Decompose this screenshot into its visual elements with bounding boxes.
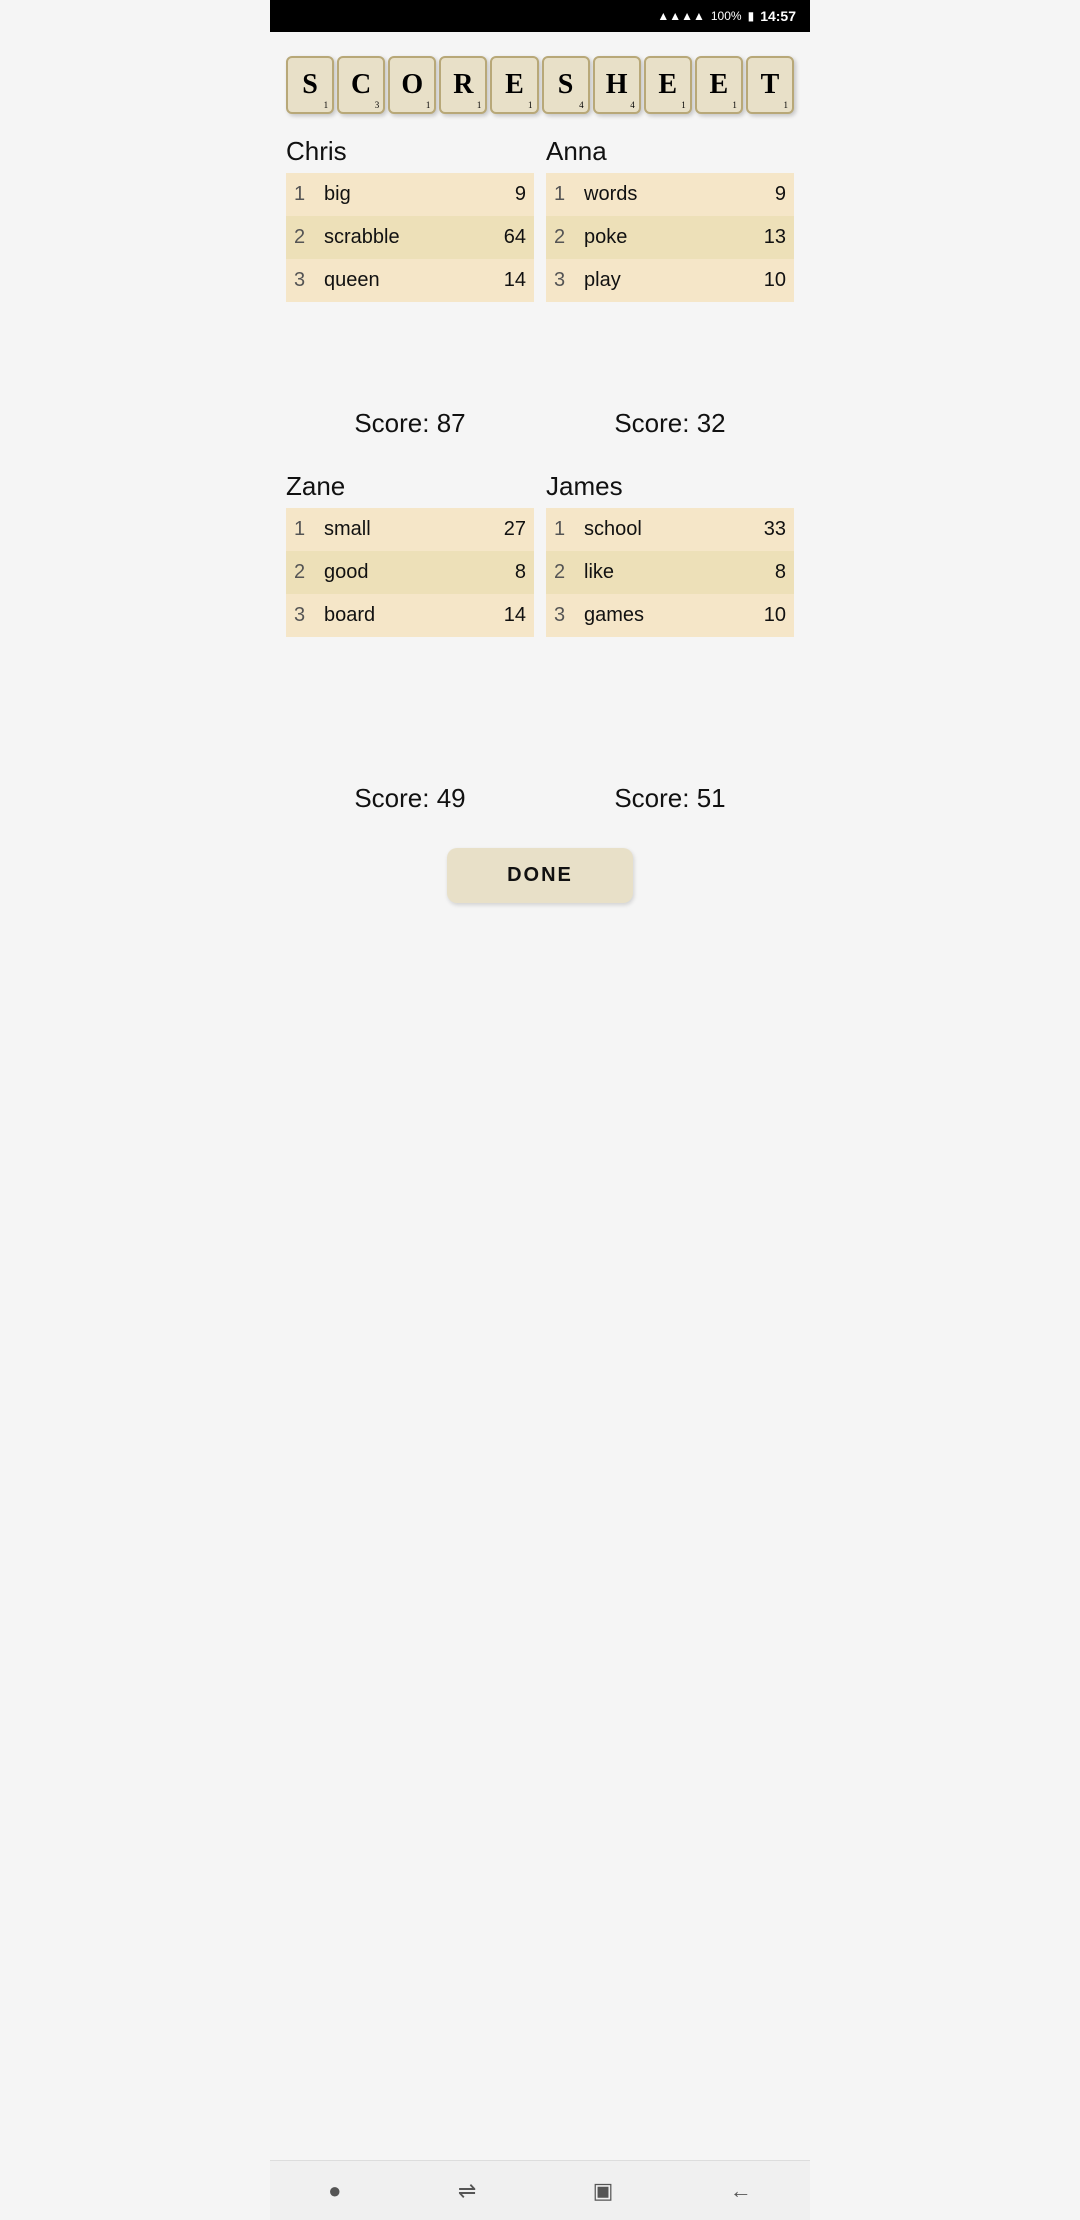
table-row: 3 games 10 (546, 594, 794, 637)
move-word: scrabble (316, 216, 470, 259)
main-content: Chris 1 big 9 2 scrabble 64 3 queen 14 A… (270, 126, 810, 2160)
move-word: poke (576, 216, 717, 259)
title-tile-c: C3 (337, 56, 385, 114)
zane-total: Score: 49 (286, 783, 534, 814)
title-tile-e: E1 (695, 56, 743, 114)
home-icon[interactable]: ● (328, 2178, 341, 2204)
table-row: 2 scrabble 64 (286, 216, 534, 259)
player-chris: Chris 1 big 9 2 scrabble 64 3 queen 14 (286, 126, 534, 302)
anna-total: Score: 32 (546, 408, 794, 439)
move-word: play (576, 259, 717, 302)
move-score: 8 (455, 551, 534, 594)
title-tile-r: R1 (439, 56, 487, 114)
title-tile-t: T1 (746, 56, 794, 114)
table-row: 2 poke 13 (546, 216, 794, 259)
zane-name: Zane (286, 461, 534, 508)
table-row: 3 queen 14 (286, 259, 534, 302)
clock: 14:57 (760, 8, 796, 24)
move-num: 2 (546, 216, 576, 259)
move-num: 3 (286, 259, 316, 302)
anna-table: 1 words 9 2 poke 13 3 play 10 (546, 173, 794, 302)
chris-table: 1 big 9 2 scrabble 64 3 queen 14 (286, 173, 534, 302)
signal-icon: ▲▲▲▲ (657, 9, 705, 23)
move-score: 9 (717, 173, 795, 216)
move-score: 10 (717, 259, 795, 302)
table-row: 1 small 27 (286, 508, 534, 551)
bottom-totals: Score: 49 Score: 51 (286, 783, 794, 814)
move-num: 3 (546, 259, 576, 302)
table-row: 1 words 9 (546, 173, 794, 216)
title-tile-s: S1 (286, 56, 334, 114)
move-word: board (316, 594, 455, 637)
zane-table: 1 small 27 2 good 8 3 board 14 (286, 508, 534, 637)
james-table: 1 school 33 2 like 8 3 games 10 (546, 508, 794, 637)
table-row: 1 school 33 (546, 508, 794, 551)
james-total: Score: 51 (546, 783, 794, 814)
title-tile-e: E1 (490, 56, 538, 114)
move-word: school (576, 508, 721, 551)
move-num: 3 (286, 594, 316, 637)
move-score: 14 (455, 594, 534, 637)
move-word: good (316, 551, 455, 594)
table-row: 2 like 8 (546, 551, 794, 594)
move-num: 2 (546, 551, 576, 594)
move-num: 2 (286, 216, 316, 259)
move-score: 8 (721, 551, 794, 594)
move-num: 1 (546, 173, 576, 216)
window-icon[interactable]: ▣ (593, 2178, 614, 2204)
move-score: 33 (721, 508, 794, 551)
move-score: 9 (470, 173, 534, 216)
chris-name: Chris (286, 126, 534, 173)
back-icon[interactable]: ← (730, 2178, 752, 2204)
chris-total: Score: 87 (286, 408, 534, 439)
player-zane: Zane 1 small 27 2 good 8 3 board 14 (286, 461, 534, 637)
title-tile-s: S4 (542, 56, 590, 114)
anna-name: Anna (546, 126, 794, 173)
move-word: small (316, 508, 455, 551)
table-row: 3 board 14 (286, 594, 534, 637)
move-num: 1 (286, 508, 316, 551)
done-area: DONE (286, 836, 794, 919)
move-score: 64 (470, 216, 534, 259)
move-score: 27 (455, 508, 534, 551)
move-score: 13 (717, 216, 795, 259)
title-tile-e: E1 (644, 56, 692, 114)
status-bar: ▲▲▲▲ 100% ▮ 14:57 (270, 0, 810, 32)
move-word: big (316, 173, 470, 216)
battery-icon: ▮ (748, 9, 755, 23)
player-anna: Anna 1 words 9 2 poke 13 3 play 10 (546, 126, 794, 302)
james-name: James (546, 461, 794, 508)
move-score: 14 (470, 259, 534, 302)
bottom-player-grid: Zane 1 small 27 2 good 8 3 board 14 Jame… (286, 461, 794, 637)
bottom-nav: ● ⇌ ▣ ← (270, 2160, 810, 2220)
player-james: James 1 school 33 2 like 8 3 games 10 (546, 461, 794, 637)
title-tile-o: O1 (388, 56, 436, 114)
table-row: 1 big 9 (286, 173, 534, 216)
battery-label: 100% (711, 9, 742, 23)
table-row: 3 play 10 (546, 259, 794, 302)
table-row: 2 good 8 (286, 551, 534, 594)
title-tile-h: H4 (593, 56, 641, 114)
move-num: 3 (546, 594, 576, 637)
title-tiles: S1C3O1R1E1S4H4E1E1T1 (270, 32, 810, 126)
move-word: words (576, 173, 717, 216)
top-player-grid: Chris 1 big 9 2 scrabble 64 3 queen 14 A… (286, 126, 794, 302)
top-totals: Score: 87 Score: 32 (286, 408, 794, 439)
move-num: 1 (546, 508, 576, 551)
menu-icon[interactable]: ⇌ (458, 2178, 476, 2204)
move-word: queen (316, 259, 470, 302)
done-button[interactable]: DONE (447, 848, 633, 903)
move-word: like (576, 551, 721, 594)
move-num: 1 (286, 173, 316, 216)
move-word: games (576, 594, 721, 637)
move-score: 10 (721, 594, 794, 637)
move-num: 2 (286, 551, 316, 594)
